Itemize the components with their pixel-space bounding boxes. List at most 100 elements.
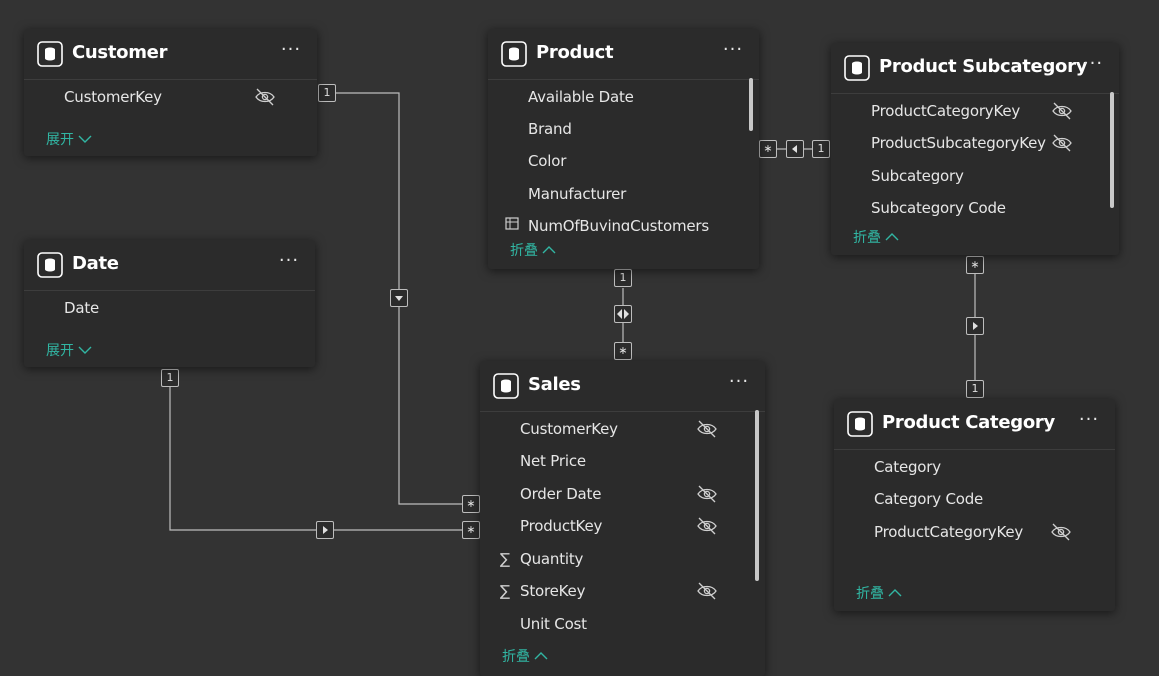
more-options-button[interactable]: ··· [277,39,305,65]
field-row[interactable]: Category [834,451,1115,483]
table-icon [501,41,527,67]
field-label: Date [64,299,100,317]
table-header[interactable]: Product Category ··· [834,399,1115,450]
more-options-button[interactable]: ··· [725,371,753,397]
expand-toggle[interactable]: 展开 [46,340,92,360]
more-options-button[interactable]: ··· [275,250,303,276]
table-icon [844,55,870,81]
field-row[interactable]: ∑ StoreKey [480,575,765,607]
collapse-label: 折叠 [856,586,884,602]
table-header[interactable]: Customer ··· [24,29,317,80]
table-icon [37,252,63,278]
table-card-product[interactable]: Product ··· Available Date Brand Color M… [488,29,759,269]
table-card-sales[interactable]: Sales ··· CustomerKey Net Price Order Da… [480,361,765,676]
table-header[interactable]: Product Subcategory ··· [831,43,1119,94]
cardinality-one-marker: 1 [812,140,830,158]
table-card-product-subcategory[interactable]: Product Subcategory ··· ProductCategoryK… [831,43,1119,255]
field-label: Category [874,458,941,476]
hidden-eye-icon [255,88,275,106]
cardinality-one-marker: 1 [614,269,632,287]
field-row[interactable]: Date [24,292,315,324]
cardinality-many-marker: ∗ [759,140,777,158]
table-title: Customer [72,42,168,63]
sigma-icon: ∑ [499,550,511,568]
collapse-toggle[interactable]: 折叠 [853,227,899,247]
scrollbar[interactable] [755,410,759,581]
field-label: StoreKey [520,582,586,600]
cardinality-many-marker: ∗ [462,521,480,539]
field-row[interactable]: CustomerKey [480,413,765,445]
field-row[interactable]: NumOfBuyingCustomers [488,210,759,231]
more-options-button[interactable]: ··· [1079,53,1107,79]
hidden-eye-icon [1052,102,1072,120]
field-label: Subcategory [871,167,964,185]
field-label: Manufacturer [528,185,627,203]
field-row[interactable]: Net Price [480,445,765,477]
relationship-line-date-sales[interactable] [169,386,462,531]
chevron-up-icon [542,243,556,259]
field-label: ProductKey [520,517,603,535]
chevron-up-icon [885,230,899,246]
table-header[interactable]: Sales ··· [480,361,765,412]
field-label: CustomerKey [520,420,618,438]
more-options-button[interactable]: ··· [719,39,747,65]
table-card-date[interactable]: Date ··· Date 展开 [24,240,315,367]
hidden-eye-icon [697,517,717,535]
cardinality-many-marker: ∗ [966,256,984,274]
cardinality-one-marker: 1 [318,84,336,102]
field-label: Category Code [874,490,984,508]
field-row[interactable]: Available Date [488,81,759,113]
field-row[interactable]: ProductCategoryKey [831,95,1119,127]
hidden-eye-icon [1052,134,1072,152]
sigma-icon: ∑ [499,582,511,600]
scrollbar[interactable] [1110,92,1114,208]
filter-direction-down-icon [390,289,408,307]
hidden-eye-icon [697,582,717,600]
table-title: Product Category [882,412,1055,433]
field-label: Subcategory Code [871,199,1006,217]
cardinality-one-marker: 1 [966,380,984,398]
field-label: Brand [528,120,572,138]
field-row[interactable]: ProductSubcategoryKey [831,127,1119,159]
more-options-button[interactable]: ··· [1075,409,1103,435]
table-header[interactable]: Date ··· [24,240,315,291]
expand-toggle[interactable]: 展开 [46,129,92,149]
filter-direction-right-icon [966,317,984,335]
collapse-toggle[interactable]: 折叠 [856,583,902,603]
collapse-toggle[interactable]: 折叠 [502,646,548,666]
expand-label: 展开 [46,132,74,148]
cardinality-many-marker: ∗ [462,495,480,513]
field-row[interactable]: CustomerKey [24,81,317,113]
field-row[interactable]: Category Code [834,483,1115,515]
collapse-label: 折叠 [853,230,881,246]
measure-icon [503,210,523,231]
field-row[interactable]: ProductCategoryKey [834,516,1115,548]
field-row[interactable]: ∑ Quantity [480,543,765,575]
chevron-down-icon [78,132,92,148]
field-row[interactable]: Order Date [480,478,765,510]
field-label: ProductCategoryKey [874,523,1024,541]
field-row[interactable]: Subcategory [831,160,1119,192]
chevron-up-icon [534,649,548,665]
field-row[interactable]: Unit Cost [480,608,765,640]
field-row[interactable]: Brand [488,113,759,145]
field-label: NumOfBuyingCustomers [528,217,709,231]
collapse-label: 折叠 [502,649,530,665]
field-row[interactable]: Manufacturer [488,178,759,210]
field-label: Order Date [520,485,602,503]
scrollbar[interactable] [749,78,753,131]
chevron-down-icon [78,343,92,359]
field-row[interactable]: ProductKey [480,510,765,542]
field-row[interactable]: Subcategory Code [831,192,1119,224]
table-card-product-category[interactable]: Product Category ··· Category Category C… [834,399,1115,611]
table-card-customer[interactable]: Customer ··· CustomerKey 展开 [24,29,317,156]
field-label: Net Price [520,452,586,470]
field-label: Color [528,152,567,170]
table-header[interactable]: Product ··· [488,29,759,80]
hidden-eye-icon [697,485,717,503]
table-title: Sales [528,374,581,395]
table-icon [493,373,519,399]
collapse-toggle[interactable]: 折叠 [510,240,556,260]
filter-direction-both-icon [614,305,632,323]
field-row[interactable]: Color [488,145,759,177]
